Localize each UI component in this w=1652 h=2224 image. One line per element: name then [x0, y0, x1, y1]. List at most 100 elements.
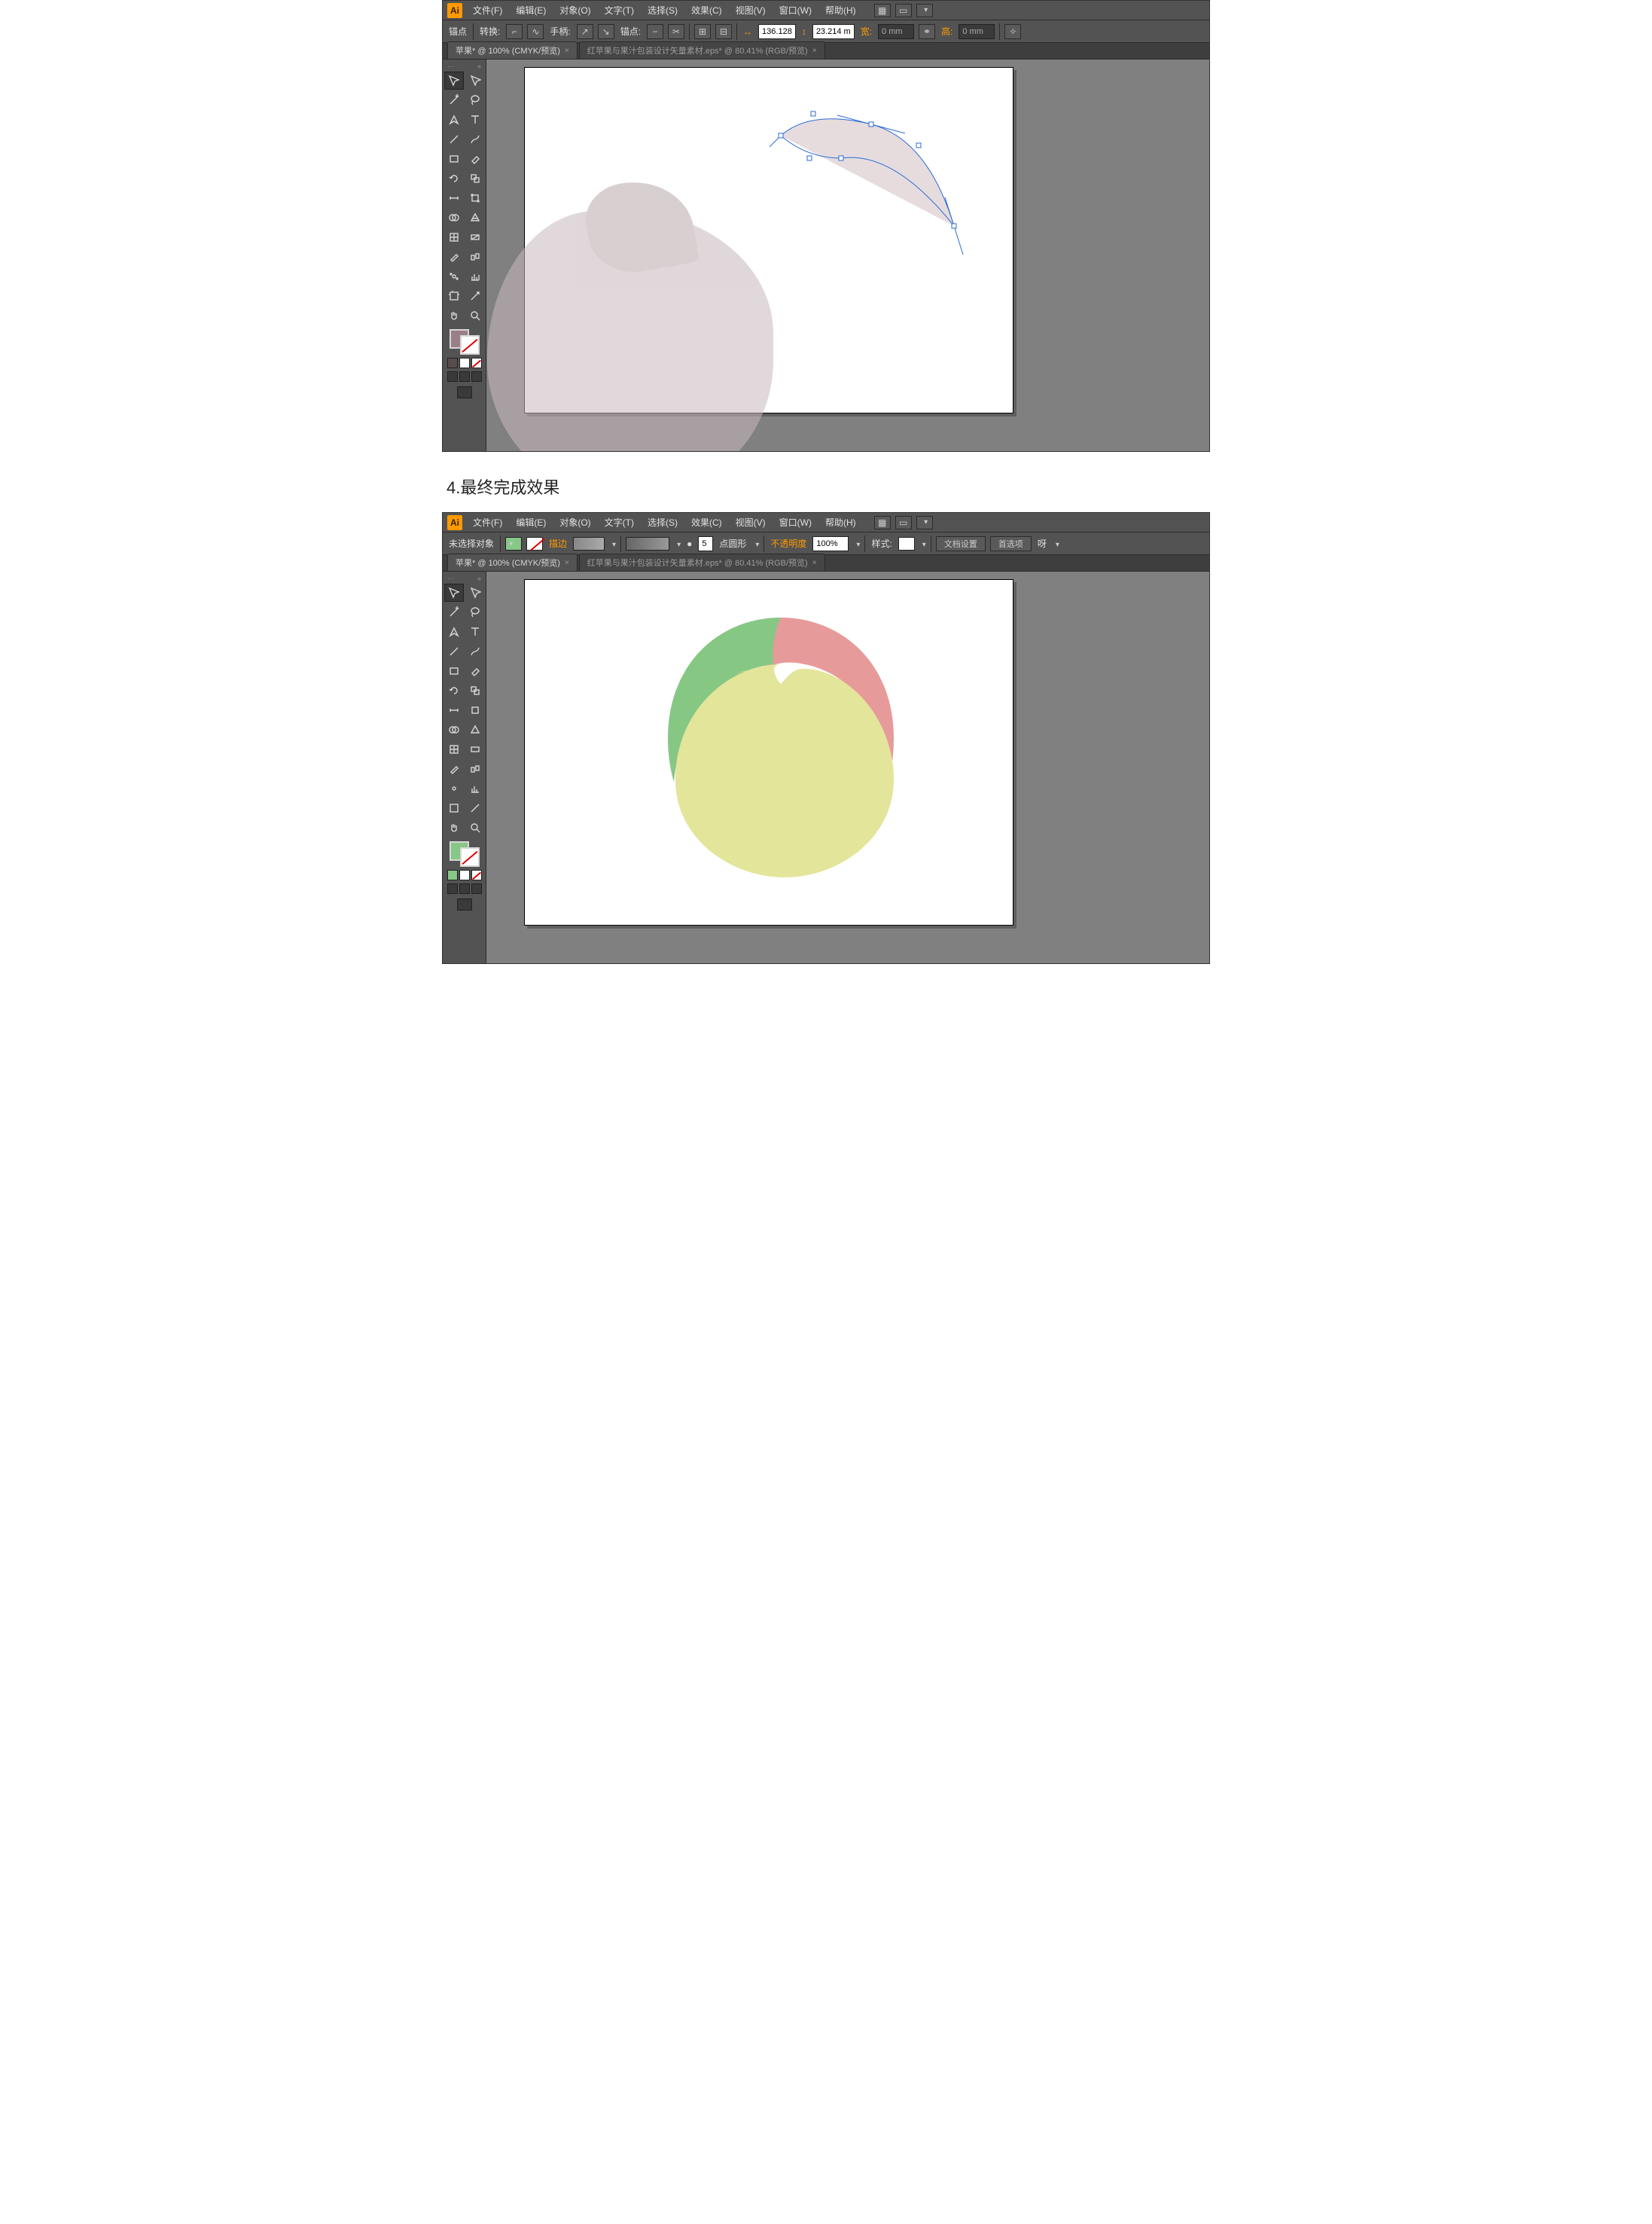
close-icon[interactable]: ×: [565, 559, 569, 567]
mesh-tool[interactable]: [444, 228, 464, 246]
line-tool[interactable]: [444, 130, 464, 148]
blend-tool[interactable]: [465, 760, 485, 778]
eraser-tool[interactable]: [465, 662, 485, 680]
workspace-icon[interactable]: ▭: [895, 516, 912, 529]
perspective-tool[interactable]: [465, 721, 485, 739]
free-transform-tool[interactable]: [465, 189, 485, 207]
tab-inactive[interactable]: 红苹果与果汁包装设计矢量素材.eps* @ 80.41% (RGB/预览) ×: [579, 41, 825, 59]
fill-stroke-proxy[interactable]: [450, 841, 480, 867]
close-icon[interactable]: ×: [565, 47, 569, 55]
canvas[interactable]: [486, 59, 1209, 451]
width-tool[interactable]: [444, 189, 464, 207]
shape-builder-tool[interactable]: [444, 721, 464, 739]
artboard-tool[interactable]: [444, 287, 464, 305]
style-swatch[interactable]: [898, 537, 915, 551]
magic-wand-tool[interactable]: [444, 603, 464, 621]
draw-behind-icon[interactable]: [459, 371, 470, 382]
scale-tool[interactable]: [465, 682, 485, 700]
fill-swatch[interactable]: [505, 537, 522, 551]
workspace-icon[interactable]: ▭: [895, 4, 912, 17]
rotate-tool[interactable]: [444, 682, 464, 700]
panel-grip[interactable]: ···«: [444, 575, 484, 582]
draw-normal-icon[interactable]: [447, 883, 458, 894]
none-mode-icon[interactable]: [471, 870, 482, 880]
symbol-tool[interactable]: [444, 267, 464, 285]
menu-window[interactable]: 窗口(W): [773, 514, 818, 531]
symbol-tool[interactable]: [444, 779, 464, 798]
rect-tool[interactable]: [444, 662, 464, 680]
menu-view[interactable]: 视图(V): [730, 514, 772, 531]
doc-setup-button[interactable]: 文档设置: [936, 536, 986, 551]
gradient-mode-icon[interactable]: [459, 358, 470, 368]
shape-builder-tool[interactable]: [444, 209, 464, 227]
selection-tool[interactable]: [444, 584, 464, 602]
rotate-tool[interactable]: [444, 169, 464, 188]
menu-object[interactable]: 对象(O): [553, 2, 596, 19]
close-icon[interactable]: ×: [812, 47, 817, 55]
tab-active[interactable]: 苹果* @ 100% (CMYK/预览) ×: [447, 554, 578, 571]
direct-selection-tool[interactable]: [465, 72, 485, 90]
menu-effect[interactable]: 效果(C): [685, 514, 728, 531]
opacity-field[interactable]: 100%: [812, 536, 849, 551]
graph-tool[interactable]: [465, 779, 485, 798]
x-field[interactable]: 0 mm: [878, 24, 914, 39]
menu-edit[interactable]: 编辑(E): [510, 2, 552, 19]
tab-active[interactable]: 苹果* @ 100% (CMYK/预览) ×: [447, 41, 578, 59]
screen-mode-icon[interactable]: [457, 386, 472, 398]
pt-dd[interactable]: [752, 538, 759, 549]
stroke-swatch[interactable]: [460, 335, 480, 355]
blend-tool[interactable]: [465, 248, 485, 266]
convert-corner-icon[interactable]: ⌐: [506, 24, 523, 39]
menu-object[interactable]: 对象(O): [553, 514, 596, 531]
panel-grip[interactable]: ···«: [444, 63, 484, 70]
direct-selection-tool[interactable]: [465, 584, 485, 602]
brush-tool[interactable]: [465, 642, 485, 660]
width-field[interactable]: 136.128: [758, 24, 796, 39]
gradient-mode-icon[interactable]: [459, 870, 470, 880]
color-mode-icon[interactable]: [447, 870, 458, 880]
close-icon[interactable]: ×: [812, 559, 817, 567]
align-dd[interactable]: [1053, 538, 1059, 549]
workspace-dropdown[interactable]: [916, 516, 933, 529]
style-dd[interactable]: [919, 538, 926, 549]
height-field[interactable]: 23.214 m: [812, 24, 855, 39]
menu-window[interactable]: 窗口(W): [773, 2, 818, 19]
menu-edit[interactable]: 编辑(E): [510, 514, 552, 531]
align-drop[interactable]: 呀: [1036, 537, 1048, 550]
opacity-dd[interactable]: [853, 538, 860, 549]
graph-tool[interactable]: [465, 267, 485, 285]
align2-icon[interactable]: ⊟: [715, 24, 732, 39]
menu-type[interactable]: 文字(T): [599, 514, 640, 531]
brush-def-dd[interactable]: [674, 538, 681, 549]
menu-file[interactable]: 文件(F): [467, 2, 508, 19]
gradient-tool[interactable]: [465, 228, 485, 246]
remove-anchor-icon[interactable]: −: [647, 24, 663, 39]
stroke-profile[interactable]: [573, 537, 605, 551]
y-field[interactable]: 0 mm: [959, 24, 995, 39]
eyedropper-tool[interactable]: [444, 760, 464, 778]
menu-type[interactable]: 文字(T): [599, 2, 640, 19]
lasso-tool[interactable]: [465, 91, 485, 109]
draw-behind-icon[interactable]: [459, 883, 470, 894]
link-wh-icon[interactable]: ⚭: [919, 24, 935, 39]
tab-inactive[interactable]: 红苹果与果汁包装设计矢量素材.eps* @ 80.41% (RGB/预览) ×: [579, 554, 825, 571]
stroke-profile-dd[interactable]: [609, 538, 616, 549]
stroke-swatch[interactable]: [460, 847, 480, 867]
isolate-icon[interactable]: ✧: [1004, 24, 1021, 39]
pen-tool[interactable]: [444, 623, 464, 641]
none-mode-icon[interactable]: [471, 358, 482, 368]
lasso-tool[interactable]: [465, 603, 485, 621]
brush-tool[interactable]: [465, 130, 485, 148]
arrange-docs-icon[interactable]: ▦: [874, 4, 891, 17]
zoom-tool[interactable]: [465, 819, 485, 837]
scale-tool[interactable]: [465, 169, 485, 188]
handle-show-icon[interactable]: ↗: [577, 24, 593, 39]
menu-view[interactable]: 视图(V): [730, 2, 772, 19]
prefs-button[interactable]: 首选项: [990, 536, 1032, 551]
canvas[interactable]: [486, 572, 1209, 963]
pt-field[interactable]: 5: [698, 536, 713, 551]
mesh-tool[interactable]: [444, 740, 464, 758]
arrange-docs-icon[interactable]: ▦: [874, 516, 891, 529]
hand-tool[interactable]: [444, 307, 464, 325]
hand-tool[interactable]: [444, 819, 464, 837]
